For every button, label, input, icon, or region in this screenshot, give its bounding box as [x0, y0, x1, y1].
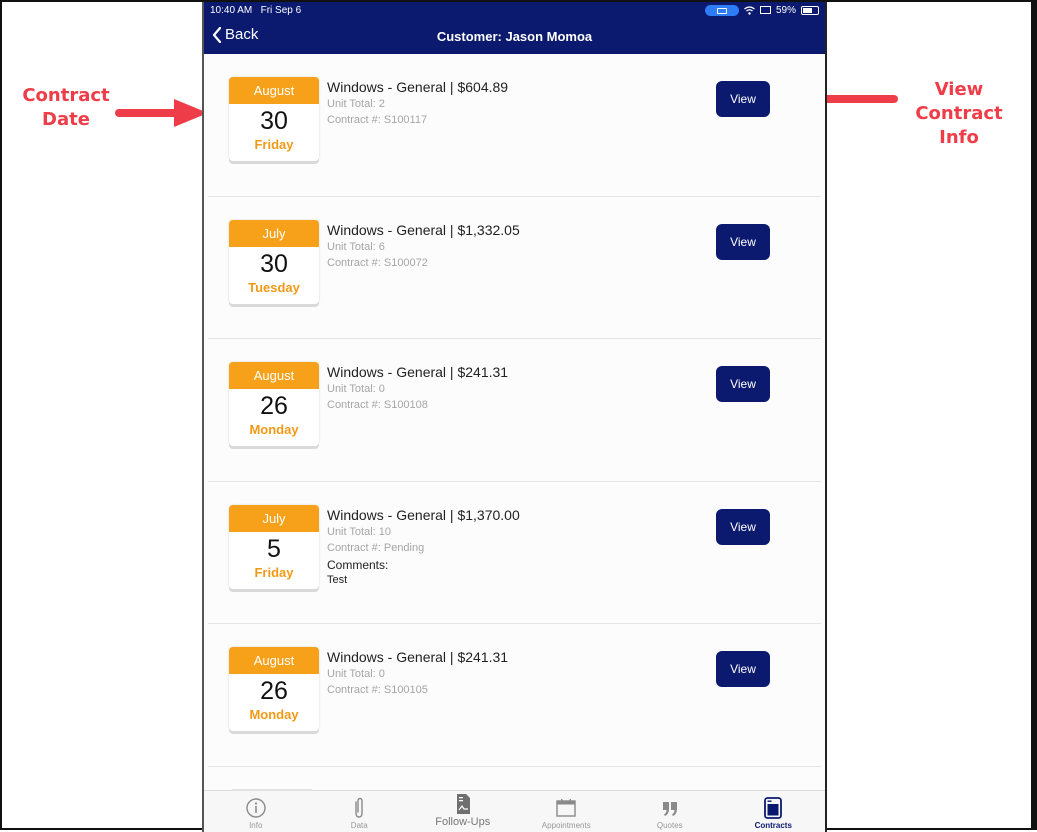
airplay-icon — [704, 5, 739, 16]
paperclip-icon — [355, 797, 363, 818]
calendar-month: July — [229, 504, 319, 532]
contract-info: Windows - General | $241.31 Unit Total: … — [327, 363, 508, 413]
view-contract-button[interactable]: View — [716, 651, 770, 687]
tab-label: Data — [350, 821, 368, 830]
contract-row: August 26 Monday Windows - General | $24… — [208, 624, 821, 767]
tab-data[interactable]: Data — [308, 791, 412, 832]
contract-date-calendar: July 30 Tuesday — [229, 219, 319, 304]
status-date: Fri Sep 6 — [260, 5, 302, 16]
annotation-line: Contract — [22, 85, 110, 106]
tab-contracts[interactable]: Contracts — [722, 791, 826, 832]
contract-row: July 5 Friday Windows - General | $1,370… — [208, 482, 821, 624]
unit-total: Unit Total: 6 — [327, 240, 385, 253]
contract-title: Windows - General | $241.31 — [327, 364, 509, 380]
contract-info: Windows - General | $1,370.00 Unit Total… — [327, 506, 520, 587]
contract-list: August 30 Friday Windows - General | $60… — [208, 54, 821, 767]
contract-date-calendar: August 26 Monday — [229, 362, 319, 446]
tab-label: Info — [249, 821, 263, 830]
view-contract-button[interactable]: View — [716, 223, 770, 260]
tab-info[interactable]: Info — [204, 791, 308, 832]
nav-header: 10:40 AM Fri Sep 6 59% Back Customer: Ja… — [204, 2, 825, 54]
calendar-day: 26 — [260, 677, 288, 705]
annotation-arrow-right-icon — [115, 99, 208, 127]
tab-follow-ups[interactable]: Follow-Ups — [411, 791, 515, 832]
calendar-month: August — [229, 362, 319, 389]
view-contract-button[interactable]: View — [716, 366, 770, 402]
contract-title: Windows - General | $1,370.00 — [327, 506, 520, 523]
unit-total: Unit Total: 2 — [327, 98, 385, 110]
contract-date-calendar: August 26 Monday — [229, 647, 319, 731]
contract-title: Windows - General | $604.89 — [327, 79, 509, 95]
annotation-line: View — [934, 79, 984, 100]
screenshot-frame: Contract Date View Contract Info 10:40 A… — [0, 0, 1037, 832]
contract-number: Contract #: Pending — [327, 541, 425, 554]
calendar-icon — [556, 799, 576, 817]
comments-label: Comments: — [327, 557, 389, 572]
calendar-weekday: Friday — [254, 137, 294, 152]
view-contract-button[interactable]: View — [716, 508, 770, 545]
calendar-weekday: Monday — [249, 707, 299, 722]
contract-number: Contract #: S100117 — [327, 114, 428, 126]
view-contract-button[interactable]: View — [716, 81, 770, 117]
status-bar-left: 10:40 AM Fri Sep 6 — [210, 5, 301, 16]
calendar-month: August — [229, 77, 319, 104]
contract-title: Windows - General | $1,332.05 — [327, 221, 520, 238]
tab-appointments[interactable]: Appointments — [515, 791, 619, 832]
contract-row: August 26 Monday Windows - General | $24… — [208, 339, 821, 482]
tab-label: Contracts — [754, 821, 792, 830]
tab-label: Quotes — [656, 821, 683, 830]
contract-date-calendar: July 5 Friday — [229, 504, 319, 589]
quote-icon — [662, 802, 677, 816]
tab-label: Appointments — [541, 821, 591, 830]
contract-info: Windows - General | $604.89 Unit Total: … — [327, 78, 508, 128]
calendar-day: 5 — [267, 534, 281, 563]
calendar-weekday: Tuesday — [248, 279, 300, 295]
tab-quotes[interactable]: Quotes — [618, 791, 722, 832]
annotation-view-contract-info: View Contract Info — [895, 78, 1023, 150]
calendar-day: 26 — [260, 392, 288, 420]
screen-mirror-icon — [759, 6, 771, 14]
contract-date-calendar: August 30 Friday — [229, 77, 319, 161]
battery-percent: 59% — [775, 5, 796, 16]
calendar-month: August — [229, 647, 319, 674]
unit-total: Unit Total: 10 — [327, 525, 392, 538]
contract-row: July 30 Tuesday Windows - General | $1,3… — [208, 197, 821, 339]
ipad-screen: 10:40 AM Fri Sep 6 59% Back Customer: Ja… — [202, 2, 827, 832]
document-icon — [456, 794, 470, 814]
calendar-weekday: Monday — [249, 422, 299, 437]
page-title: Customer: Jason Momoa — [436, 29, 593, 44]
tab-label: Follow-Ups — [435, 816, 491, 828]
contract-number: Contract #: S100108 — [327, 399, 428, 411]
contract-info: Windows - General | $1,332.05 Unit Total… — [327, 221, 520, 271]
calendar-month: July — [229, 219, 319, 247]
battery-icon — [801, 6, 819, 15]
contract-title: Windows - General | $241.31 — [327, 649, 509, 665]
contract-number: Contract #: S100072 — [327, 256, 428, 269]
calendar-weekday: Friday — [254, 564, 294, 580]
wifi-icon — [744, 6, 755, 15]
status-bar-right: 59% — [704, 5, 819, 16]
contract-icon — [764, 797, 783, 819]
tab-bar: Info Data Follow-Ups Appointments Quotes… — [204, 789, 826, 832]
unit-total: Unit Total: 0 — [327, 668, 385, 680]
unit-total: Unit Total: 0 — [327, 383, 385, 395]
comments-text: Test — [327, 573, 348, 586]
calendar-day: 30 — [260, 107, 288, 135]
info-icon — [246, 798, 266, 818]
contract-number: Contract #: S100105 — [327, 684, 428, 696]
status-time: 10:40 AM — [210, 5, 253, 16]
contract-row: August 30 Friday Windows - General | $60… — [208, 54, 821, 197]
annotation-line: Date — [42, 109, 90, 130]
contract-info: Windows - General | $241.31 Unit Total: … — [327, 648, 508, 698]
annotation-contract-date: Contract Date — [22, 84, 110, 132]
annotation-line: Contract Info — [915, 103, 1003, 148]
calendar-day: 30 — [260, 249, 288, 278]
